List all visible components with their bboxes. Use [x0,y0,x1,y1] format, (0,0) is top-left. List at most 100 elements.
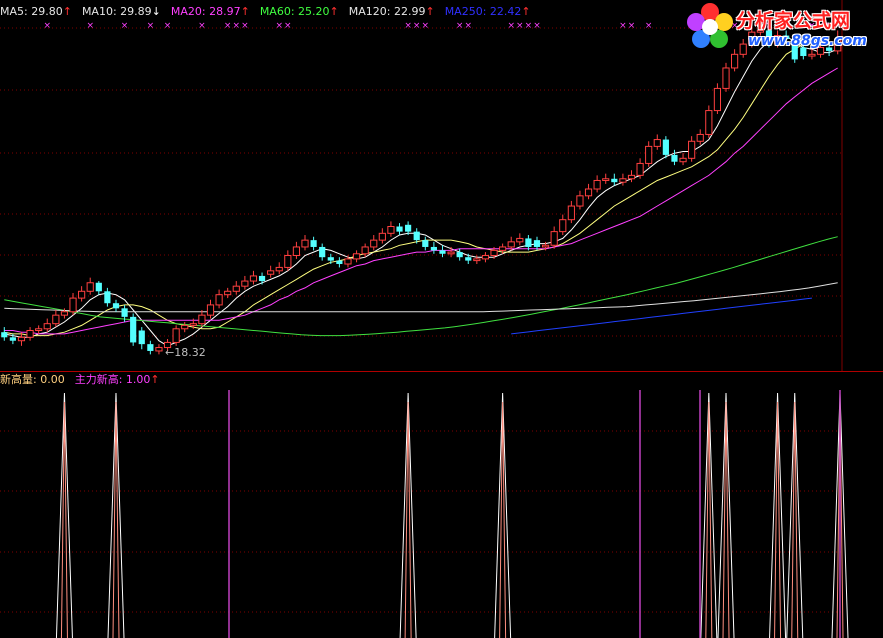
candle-body-75 [645,145,653,164]
candle-body-82 [705,110,713,135]
indicator-peak-5 [786,392,804,638]
candle-body-62 [533,240,541,247]
signal-marker-22: × [645,21,653,31]
candle-body-65 [559,219,567,233]
main-legend-arrow-3: ↑ [329,5,339,18]
signal-marker-18: × [525,21,533,31]
candle-34 [292,241,301,259]
candle-12 [104,287,111,307]
candle-body-44 [378,232,386,241]
candle-6 [52,310,60,328]
indicator-peak-inner-7 [722,401,730,638]
candle-body-9 [78,290,86,299]
candle-body-37 [319,246,326,258]
main-legend-item-2: MA20: 28.97 [170,5,241,18]
indicator-legend-item-1: 主力新高: 1.00 [74,373,151,386]
logo-url: www.88gs.com [748,33,867,49]
candle-body-45 [387,226,395,234]
candle-66 [567,200,575,224]
moving-average-lines [4,35,838,347]
candle-body-30 [258,275,266,282]
indicator-peak-inner-5 [791,401,799,638]
candle-body-10 [86,282,94,292]
indicator-peak-3 [494,392,512,638]
candle-body-59 [507,241,515,248]
candle-body-71 [611,178,618,183]
candle-21 [181,321,189,333]
candle-79 [679,153,687,166]
candle-body-20 [172,328,180,343]
candle-body-56 [481,254,490,260]
candle-body-12 [104,291,111,304]
signal-marker-11: × [404,21,412,31]
candle-49 [422,236,429,251]
indicator-peak-4 [700,392,718,638]
candle-body-23 [198,314,206,325]
candle-17 [147,340,154,355]
flower-icon [687,3,733,48]
candle-9 [78,286,86,302]
main-legend-arrow-1: ↓ [151,5,161,18]
indicator-peak-2 [399,392,417,638]
signal-marker-14: × [456,21,464,31]
candle-27 [232,281,240,295]
candle-65 [559,214,567,236]
signal-marker-5: × [198,21,206,31]
candle-13 [112,299,120,312]
candle-3 [26,327,34,341]
candle-body-11 [95,282,102,292]
candle-46 [396,223,403,236]
candle-35 [301,235,309,251]
indicator-peak-8 [769,392,787,638]
candle-84 [722,62,730,92]
candle-45 [387,221,395,237]
candle-39 [336,257,343,268]
candle-body-6 [52,314,60,325]
candle-78 [671,149,678,166]
candle-73 [627,170,636,183]
candle-68 [584,183,593,200]
candle-body-50 [430,246,437,251]
indicator-legend: 新高量: 0.00 主力新高: 1.00↑ [0,373,170,387]
main-legend-arrow-0: ↑ [62,5,72,18]
candle-body-22 [189,323,197,326]
signal-marker-21: × [628,21,636,31]
signal-marker-7: × [233,21,241,31]
candle-0 [1,327,8,341]
signal-marker-0: × [43,21,51,31]
main-legend-item-0: MA5: 29.80 [0,5,63,18]
candle-69 [593,175,601,193]
candle-body-35 [301,239,309,248]
candle-body-31 [267,270,275,275]
indicator-peak-0 [55,392,73,638]
candle-body-55 [473,258,481,262]
candle-body-81 [696,133,704,142]
candle-body-41 [352,253,361,260]
candle-body-48 [413,231,420,241]
candle-body-69 [593,179,601,190]
candle-body-29 [249,275,258,282]
candle-body-2 [17,336,26,342]
candle-body-7 [60,311,69,316]
candle-60 [516,233,524,246]
candle-75 [645,141,653,167]
candle-28 [241,275,249,290]
candle-body-5 [43,323,51,330]
candle-10 [86,277,94,295]
candle-42 [361,243,369,258]
candle-body-70 [602,178,610,181]
candle-body-73 [627,174,636,180]
candle-16 [138,327,145,350]
logo-title: 分析家公式网 [736,10,851,32]
candle-body-52 [447,251,455,255]
candle-44 [378,228,386,244]
signal-marker-20: × [619,21,627,31]
candle-body-77 [662,139,669,155]
main-legend-item-1: MA10: 29.89 [81,5,152,18]
candle-body-42 [361,246,369,255]
indicator-peak-inner-0 [60,401,68,638]
candle-body-36 [310,240,317,247]
main-legend-item-5: MA250: 22.42 [444,5,522,18]
candle-body-54 [465,257,472,261]
indicator-peak-inner-1 [112,401,120,638]
